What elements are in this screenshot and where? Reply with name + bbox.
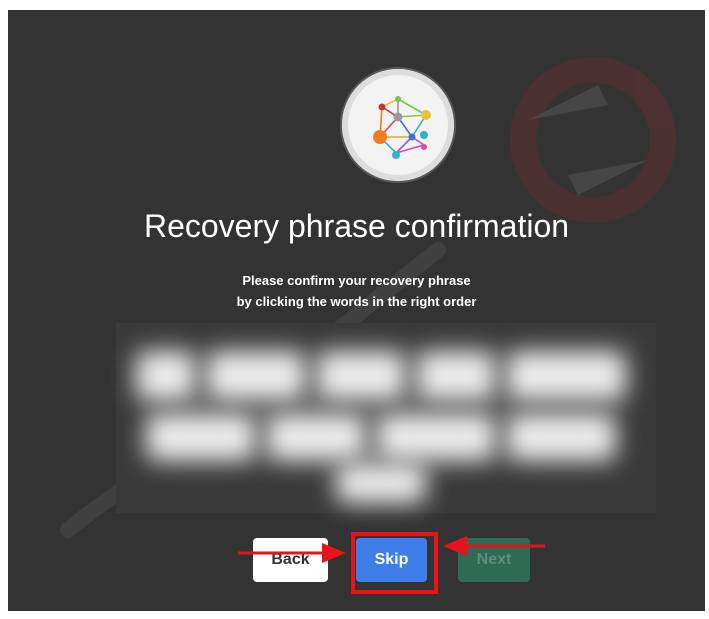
blurred-word[interactable] xyxy=(206,351,306,401)
blurred-word[interactable] xyxy=(336,463,426,503)
red-arrow-right-icon xyxy=(238,543,346,563)
recovery-confirmation-screen: Recovery phrase confirmation Please conf… xyxy=(8,10,705,611)
blurred-word[interactable] xyxy=(416,351,496,401)
blurred-word[interactable] xyxy=(146,413,256,461)
red-arrow-left-icon xyxy=(443,536,545,556)
page-title: Recovery phrase confirmation xyxy=(143,208,570,244)
blurred-word[interactable] xyxy=(506,351,626,401)
blurred-word[interactable] xyxy=(266,413,366,461)
blurred-word[interactable] xyxy=(316,351,406,401)
blurred-word[interactable] xyxy=(136,351,196,401)
instructions: Please confirm your recovery phrase by c… xyxy=(8,270,705,312)
instructions-line-1: Please confirm your recovery phrase xyxy=(242,273,471,288)
recovery-words-area-blurred[interactable] xyxy=(116,323,656,513)
skip-highlight-box xyxy=(351,532,438,594)
app-logo xyxy=(342,69,454,181)
network-graph-logo-icon xyxy=(373,96,431,159)
instructions-line-2: by clicking the words in the right order xyxy=(236,294,477,309)
blurred-word[interactable] xyxy=(506,413,616,461)
blurred-word[interactable] xyxy=(376,413,496,461)
